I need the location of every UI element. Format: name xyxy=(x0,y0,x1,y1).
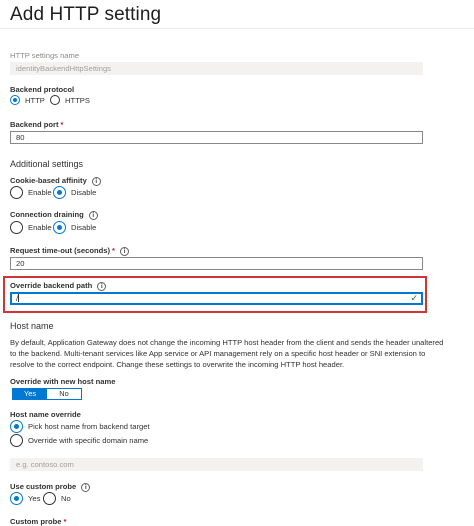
custom-probe-label-text: Custom probe xyxy=(10,517,62,526)
radio-unselected-indicator xyxy=(10,434,23,447)
custom-probe-no-label: No xyxy=(61,494,71,503)
http-settings-name-label: HTTP settings name xyxy=(10,51,80,60)
toggle-option-no[interactable]: No xyxy=(47,389,81,399)
override-host-name-toggle[interactable]: Yes No xyxy=(12,388,82,400)
required-marker: * xyxy=(63,517,67,526)
protocol-http-label: HTTP xyxy=(25,95,45,105)
custom-probe-radio-no[interactable]: No xyxy=(43,492,71,505)
radio-unselected-indicator xyxy=(10,221,23,234)
protocol-radio-https[interactable]: HTTPS xyxy=(50,95,90,105)
cookie-affinity-enable-label: Enable xyxy=(28,188,52,197)
radio-selected-indicator xyxy=(10,95,20,105)
panel-title: Add HTTP setting xyxy=(10,4,162,25)
required-marker: * xyxy=(60,120,64,129)
backend-port-label: Backend port * xyxy=(10,120,64,129)
checkmark-icon: ✓ xyxy=(410,294,418,304)
request-timeout-label: Request time-out (seconds) * i xyxy=(10,246,129,256)
radio-selected-indicator xyxy=(53,186,66,199)
domain-name-input: e.g. contoso.com xyxy=(10,458,423,471)
radio-unselected-indicator xyxy=(43,492,56,505)
info-icon[interactable]: i xyxy=(97,282,107,291)
host-name-description: By default, Application Gateway does not… xyxy=(10,338,444,369)
info-icon[interactable]: i xyxy=(91,177,101,186)
protocol-https-label: HTTPS xyxy=(65,95,90,105)
host-override-radio-specific[interactable]: Override with specific domain name xyxy=(10,434,148,447)
header-divider xyxy=(0,28,474,29)
radio-unselected-indicator xyxy=(50,95,60,105)
host-override-specific-label: Override with specific domain name xyxy=(28,436,149,445)
override-backend-path-label: Override backend path i xyxy=(10,281,107,291)
custom-probe-radio-yes[interactable]: Yes xyxy=(10,492,40,505)
host-name-heading: Host name xyxy=(10,321,54,331)
connection-draining-label-text: Connection draining xyxy=(10,210,84,219)
text-cursor xyxy=(18,294,20,302)
additional-settings-heading: Additional settings xyxy=(10,159,84,169)
connection-draining-enable-label: Enable xyxy=(28,223,52,232)
use-custom-probe-label: Use custom probe i xyxy=(10,482,91,492)
cookie-affinity-label: Cookie-based affinity i xyxy=(10,176,101,186)
request-timeout-input[interactable]: 20 xyxy=(10,257,423,270)
custom-probe-yes-label: Yes xyxy=(28,494,41,503)
connection-draining-radio-enable[interactable]: Enable xyxy=(10,221,52,234)
protocol-radio-http[interactable]: HTTP xyxy=(10,95,45,105)
use-custom-probe-label-text: Use custom probe xyxy=(10,482,77,491)
radio-selected-indicator xyxy=(10,420,23,433)
backend-protocol-label: Backend protocol xyxy=(10,85,75,94)
host-name-override-label: Host name override xyxy=(10,410,81,419)
request-timeout-label-text: Request time-out (seconds) xyxy=(10,246,110,255)
connection-draining-radio-disable[interactable]: Disable xyxy=(53,221,96,234)
cookie-affinity-disable-label: Disable xyxy=(71,188,97,197)
radio-selected-indicator xyxy=(53,221,66,234)
override-backend-path-input[interactable]: / ✓ xyxy=(10,292,423,305)
cookie-affinity-label-text: Cookie-based affinity xyxy=(10,176,87,185)
override-host-name-label: Override with new host name xyxy=(10,377,116,386)
http-settings-name-field: identityBackendHttpSettings xyxy=(10,62,423,75)
radio-unselected-indicator xyxy=(10,186,23,199)
info-icon[interactable]: i xyxy=(88,211,98,220)
connection-draining-disable-label: Disable xyxy=(71,223,97,232)
cookie-affinity-radio-disable[interactable]: Disable xyxy=(53,186,96,199)
backend-port-label-text: Backend port xyxy=(10,120,59,129)
override-backend-path-label-text: Override backend path xyxy=(10,281,93,290)
radio-selected-indicator xyxy=(10,492,23,505)
required-marker: * xyxy=(112,246,115,255)
cookie-affinity-radio-enable[interactable]: Enable xyxy=(10,186,52,199)
custom-probe-label: Custom probe * xyxy=(10,517,66,526)
host-override-radio-pick[interactable]: Pick host name from backend target xyxy=(10,420,150,433)
host-override-pick-label: Pick host name from backend target xyxy=(28,422,150,431)
connection-draining-label: Connection draining i xyxy=(10,210,98,220)
toggle-option-yes[interactable]: Yes xyxy=(13,389,47,399)
backend-port-input[interactable]: 80 xyxy=(10,131,423,144)
info-icon[interactable]: i xyxy=(119,247,129,256)
info-icon[interactable]: i xyxy=(81,483,91,492)
